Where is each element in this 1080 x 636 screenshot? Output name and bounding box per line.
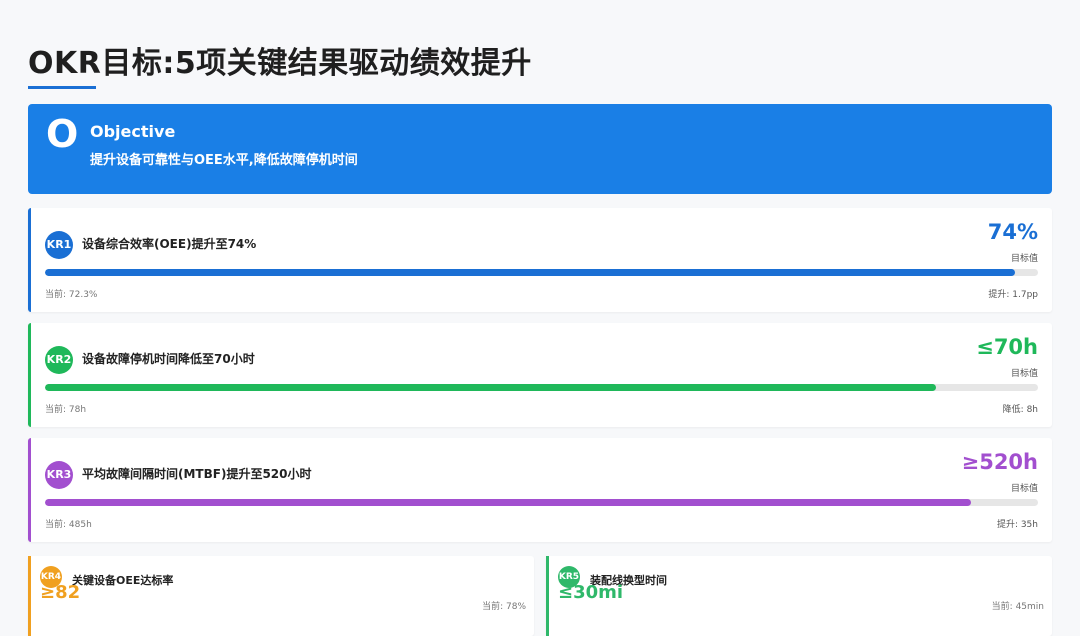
kr-card-3: KR3 平均故障间隔时间(MTBF)提升至520小时 ≥520h 目标值 当前:… <box>28 438 1052 542</box>
kr-current-value: 当前: 45min <box>991 602 1044 612</box>
kr-card-1: KR1 设备综合效率(OEE)提升至74% 74% 目标值 当前: 72.3% … <box>28 208 1052 312</box>
objective-description: 提升设备可靠性与OEE水平,降低故障停机时间 <box>90 153 358 168</box>
kr-target-value: ≥520h <box>961 450 1038 474</box>
page-title: OKR目标:5项关键结果驱动绩效提升 <box>28 46 532 81</box>
kr-progress-track <box>45 384 1038 391</box>
kr-delta-value: 提升: 1.7pp <box>988 290 1038 300</box>
kr-progress-fill <box>45 384 936 391</box>
kr-target-value: 74% <box>987 220 1038 244</box>
kr-progress-fill <box>45 499 972 506</box>
kr-card-4: KR4 关键设备OEE达标率 ≥82 当前: 78% <box>28 556 534 636</box>
kr-badge: KR3 <box>45 461 73 489</box>
kr-card-5: KR5 装配线换型时间 ≤30mi 当前: 45min <box>546 556 1052 636</box>
objective-letter: O <box>46 112 79 156</box>
kr-accent <box>28 208 31 312</box>
kr-label: 平均故障间隔时间(MTBF)提升至520小时 <box>82 467 312 481</box>
objective-card: O Objective 提升设备可靠性与OEE水平,降低故障停机时间 <box>28 104 1052 194</box>
objective-heading: Objective <box>90 122 176 141</box>
kr-accent <box>28 323 31 427</box>
kr-label: 设备故障停机时间降低至70小时 <box>82 352 255 366</box>
kr-card-2: KR2 设备故障停机时间降低至70小时 ≤70h 目标值 当前: 78h 降低:… <box>28 323 1052 427</box>
kr-target-caption: 目标值 <box>1010 484 1038 494</box>
kr-target-value: ≤70h <box>976 335 1038 359</box>
kr-current-value: 当前: 78h <box>45 405 87 415</box>
title-underline <box>28 86 96 89</box>
kr-badge: KR2 <box>45 346 73 374</box>
kr-target-value: ≥82 <box>40 582 81 603</box>
kr-target-caption: 目标值 <box>1010 254 1038 264</box>
kr-delta-value: 降低: 8h <box>1002 405 1038 415</box>
kr-progress-track <box>45 269 1038 276</box>
kr-current-value: 当前: 485h <box>45 520 92 530</box>
kr-label: 关键设备OEE达标率 <box>72 574 174 587</box>
kr-label: 设备综合效率(OEE)提升至74% <box>82 237 257 251</box>
kr-badge: KR1 <box>45 231 73 259</box>
kr-progress-track <box>45 499 1038 506</box>
kr-target-value: ≤30mi <box>558 582 624 603</box>
kr-accent <box>28 556 31 636</box>
kr-accent <box>28 438 31 542</box>
kr-current-value: 当前: 72.3% <box>45 290 98 300</box>
kr-progress-fill <box>45 269 1016 276</box>
kr-target-caption: 目标值 <box>1010 369 1038 379</box>
kr-delta-value: 提升: 35h <box>996 520 1038 530</box>
kr-current-value: 当前: 78% <box>482 602 526 612</box>
kr-accent <box>546 556 549 636</box>
